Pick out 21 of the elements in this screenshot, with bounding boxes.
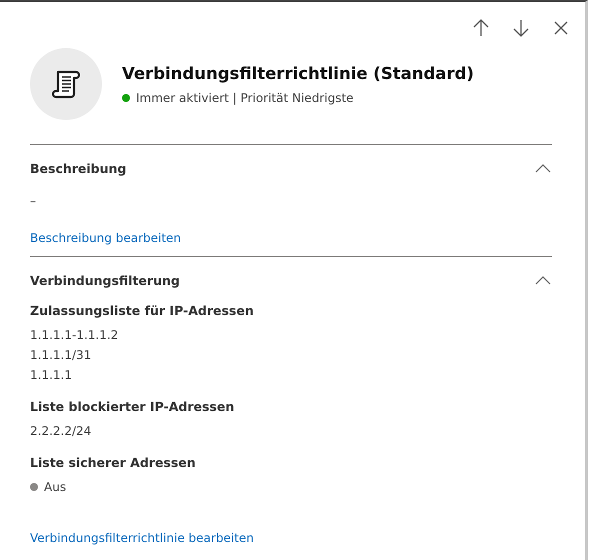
edit-link[interactable]: Verbindungsfilterrichtlinie bearbeiten xyxy=(30,531,254,545)
field-value: – xyxy=(30,193,36,210)
close-icon xyxy=(554,21,568,35)
field-value: 1.1.1.1 xyxy=(30,367,72,384)
field-value: Aus xyxy=(44,479,66,496)
field-value: 2.2.2.2/24 xyxy=(30,423,92,440)
field-value: 1.1.1.1-1.1.1.2 xyxy=(30,327,118,344)
arrow-down-icon xyxy=(513,19,529,37)
field-label: Zulassungsliste für IP-Adressen xyxy=(30,303,255,318)
chevron-icon xyxy=(535,275,551,285)
arrow-up-icon xyxy=(473,19,489,37)
panel-title: Verbindungsfilterrichtlinie (Standard) xyxy=(122,64,474,82)
field-value: 1.1.1.1/31 xyxy=(30,347,92,364)
status-text: Immer aktiviert | Priorität Niedrigste xyxy=(136,90,354,104)
section-title: Beschreibung xyxy=(30,160,126,176)
scroll-icon xyxy=(50,68,82,100)
section-title: Verbindungsfilterung xyxy=(30,272,180,288)
edit-link[interactable]: Beschreibung bearbeiten xyxy=(30,231,182,245)
chevron-icon xyxy=(535,163,551,173)
field-label: Liste blockierter IP-Adressen xyxy=(30,399,236,414)
field-label: Liste sicherer Adressen xyxy=(30,455,197,470)
